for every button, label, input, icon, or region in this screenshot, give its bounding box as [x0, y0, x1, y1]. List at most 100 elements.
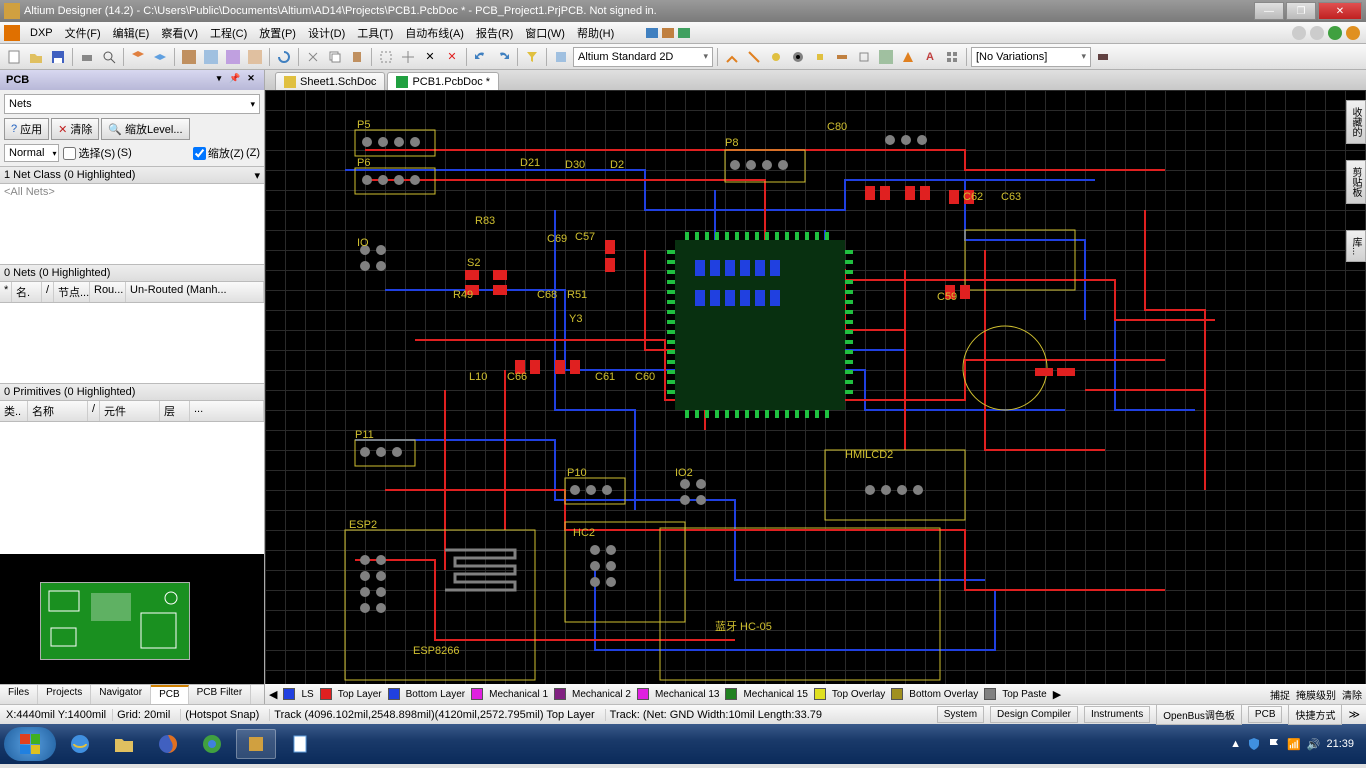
- tab-files[interactable]: Files: [0, 685, 38, 704]
- snap-button[interactable]: 捕捉: [1270, 687, 1290, 702]
- p5-button[interactable]: [898, 47, 918, 67]
- nets-columns[interactable]: * 名. / 节点... Rou... Un-Routed (Manh...: [0, 282, 264, 303]
- sidetab-clip[interactable]: 剪贴板: [1346, 160, 1366, 204]
- volume-icon[interactable]: 🔊: [1307, 738, 1321, 751]
- layer-mech1[interactable]: [471, 688, 483, 700]
- pcb-viewport[interactable]: P5 P6 P8 C80 IO S2 R83 C69 C57 R49 C68 R…: [265, 90, 1366, 684]
- p3-button[interactable]: [854, 47, 874, 67]
- board-preview[interactable]: [0, 554, 264, 684]
- menu-design[interactable]: 设计(D): [302, 25, 351, 41]
- task-altium[interactable]: [236, 729, 276, 759]
- p4-button[interactable]: [876, 47, 896, 67]
- tab-pcbfilter[interactable]: PCB Filter: [189, 685, 252, 704]
- grid2-icon[interactable]: [201, 47, 221, 67]
- maximize-button[interactable]: ❐: [1286, 2, 1316, 20]
- menu-file[interactable]: 文件(F): [59, 25, 107, 41]
- filter-button[interactable]: [522, 47, 542, 67]
- sb-shortcut[interactable]: 快捷方式: [1288, 704, 1342, 725]
- sidetab-lib[interactable]: 库...: [1346, 230, 1366, 262]
- menu-view[interactable]: 察看(V): [155, 25, 204, 41]
- refresh-button[interactable]: [274, 47, 294, 67]
- redo-button[interactable]: [493, 47, 513, 67]
- tab-pcbdoc[interactable]: PCB1.PcbDoc *: [387, 72, 499, 90]
- panel-dropdown-icon[interactable]: ▾: [212, 73, 226, 87]
- layer-mech13[interactable]: [637, 688, 649, 700]
- task-chrome[interactable]: [192, 729, 232, 759]
- var-btn[interactable]: [1093, 47, 1113, 67]
- close-button[interactable]: ✕: [1318, 2, 1362, 20]
- layer-mech2[interactable]: [554, 688, 566, 700]
- network-icon[interactable]: 📶: [1287, 738, 1301, 751]
- nets-list[interactable]: [0, 303, 264, 383]
- menu-project[interactable]: 工程(C): [204, 25, 253, 41]
- layer-top[interactable]: [320, 688, 332, 700]
- sel2-button[interactable]: ✕: [420, 47, 440, 67]
- p1-button[interactable]: [810, 47, 830, 67]
- browse-button[interactable]: [551, 47, 571, 67]
- sb-inst[interactable]: Instruments: [1084, 706, 1150, 723]
- array-button[interactable]: [942, 47, 962, 67]
- viewmode-combo[interactable]: Altium Standard 2D: [573, 47, 713, 67]
- sb-pcb[interactable]: PCB: [1248, 706, 1283, 723]
- tray-up-icon[interactable]: ▲: [1230, 738, 1241, 750]
- menu-help[interactable]: 帮助(H): [571, 25, 620, 41]
- undo-button[interactable]: [471, 47, 491, 67]
- preview-button[interactable]: [99, 47, 119, 67]
- save-button[interactable]: [48, 47, 68, 67]
- start-button[interactable]: [4, 727, 56, 761]
- prims-columns[interactable]: 类.. 名称 / 元件 层 ...: [0, 401, 264, 422]
- clear-button[interactable]: ✕清除: [51, 118, 99, 140]
- nav-fav[interactable]: [1346, 26, 1360, 40]
- sel1-button[interactable]: [376, 47, 396, 67]
- print-button[interactable]: [77, 47, 97, 67]
- grid1-icon[interactable]: [179, 47, 199, 67]
- mask-button[interactable]: 掩膜级别: [1296, 687, 1336, 702]
- menu-autoroute[interactable]: 自动布线(A): [399, 25, 470, 41]
- copy-button[interactable]: [325, 47, 345, 67]
- pad-button[interactable]: [788, 47, 808, 67]
- normal-select[interactable]: Normal: [4, 144, 59, 162]
- nav-fwd[interactable]: [1310, 26, 1324, 40]
- apply-button[interactable]: ?应用: [4, 118, 49, 140]
- menu-window[interactable]: 窗口(W): [519, 25, 571, 41]
- menu-place[interactable]: 放置(P): [253, 25, 302, 41]
- system-tray[interactable]: ▲ 📶 🔊 21:39: [1230, 737, 1362, 751]
- layer-mech15[interactable]: [725, 688, 737, 700]
- route2-button[interactable]: [744, 47, 764, 67]
- panel-close-icon[interactable]: ✕: [244, 73, 258, 87]
- layers2-button[interactable]: [150, 47, 170, 67]
- route1-button[interactable]: [722, 47, 742, 67]
- layer-bottom[interactable]: [388, 688, 400, 700]
- select-checkbox[interactable]: 选择(S)(S): [63, 145, 131, 161]
- layer-toppaste[interactable]: [984, 688, 996, 700]
- sb-dc[interactable]: Design Compiler: [990, 706, 1078, 723]
- scale-checkbox[interactable]: 缩放(Z)(Z): [193, 145, 260, 161]
- sidetab-fav[interactable]: 收藏的: [1346, 100, 1366, 144]
- clear-button[interactable]: 清除: [1342, 687, 1362, 702]
- nav-back[interactable]: [1292, 26, 1306, 40]
- panel-pin-icon[interactable]: 📌: [228, 73, 242, 87]
- tab-navigator[interactable]: Navigator: [91, 685, 151, 704]
- zoom-button[interactable]: 🔍缩放Level...: [101, 118, 189, 140]
- open-button[interactable]: [26, 47, 46, 67]
- move-button[interactable]: [398, 47, 418, 67]
- nav-home[interactable]: [1328, 26, 1342, 40]
- layer-ls[interactable]: [283, 688, 295, 700]
- via-button[interactable]: [766, 47, 786, 67]
- dxp-menu[interactable]: DXP: [24, 27, 59, 39]
- tab-pcb[interactable]: PCB: [151, 685, 189, 704]
- sel3-button[interactable]: ✕: [442, 47, 462, 67]
- variations-combo[interactable]: [No Variations]: [971, 47, 1091, 67]
- grid4-icon[interactable]: [245, 47, 265, 67]
- p2-button[interactable]: [832, 47, 852, 67]
- sb-system[interactable]: System: [937, 706, 984, 723]
- task-explorer[interactable]: [104, 729, 144, 759]
- paste-button[interactable]: [347, 47, 367, 67]
- tab-schdoc[interactable]: Sheet1.SchDoc: [275, 72, 385, 90]
- layer-botoverlay[interactable]: [891, 688, 903, 700]
- task-ie[interactable]: [60, 729, 100, 759]
- layer-topoverlay[interactable]: [814, 688, 826, 700]
- cut-button[interactable]: [303, 47, 323, 67]
- menu-report[interactable]: 报告(R): [470, 25, 519, 41]
- new-button[interactable]: [4, 47, 24, 67]
